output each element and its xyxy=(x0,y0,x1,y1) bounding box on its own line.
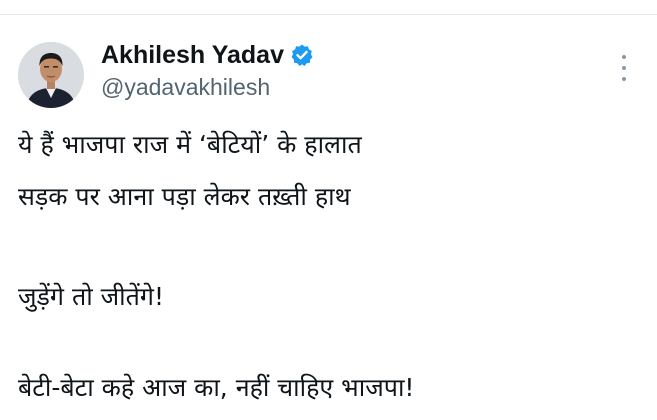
author-handle[interactable]: @yadavakhilesh xyxy=(101,74,314,101)
more-vertical-icon-dot xyxy=(622,77,626,81)
name-row: Akhilesh Yadav xyxy=(101,38,314,72)
verified-badge-icon xyxy=(290,43,314,67)
tweet-line: बेटी-बेटा कहे आज का, नहीं चाहिए भाजपा! xyxy=(18,373,415,402)
tweet: Akhilesh Yadav @yadavakhilesh ये हैं भाज… xyxy=(0,15,657,420)
avatar[interactable] xyxy=(18,42,84,108)
more-options-button[interactable] xyxy=(612,53,636,83)
tweet-line: जुड़ेंगे तो जीतेंगे! xyxy=(18,282,164,311)
tweet-line: सड़क पर आना पड़ा लेकर तख़्ती हाथ xyxy=(18,182,351,211)
author-block: Akhilesh Yadav @yadavakhilesh xyxy=(101,38,314,101)
tweet-line: ये हैं भाजपा राज में ‘बेटियों’ के हालात xyxy=(18,130,362,159)
avatar-image xyxy=(18,42,84,108)
more-vertical-icon-dot xyxy=(622,66,626,70)
more-vertical-icon xyxy=(622,55,626,59)
author-display-name[interactable]: Akhilesh Yadav xyxy=(101,41,284,70)
